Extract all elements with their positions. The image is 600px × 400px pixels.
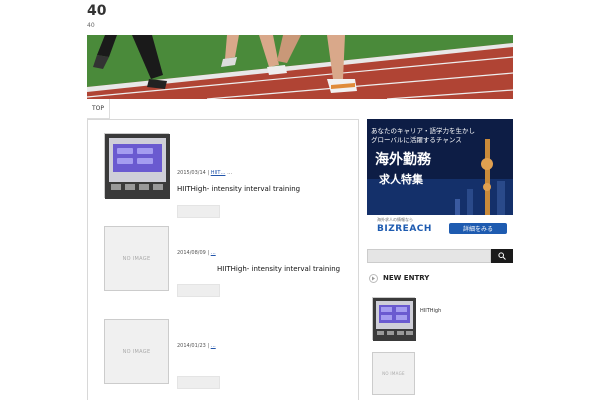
arrow-circle-icon <box>369 273 378 283</box>
search-button[interactable] <box>491 249 513 263</box>
entry-thumbnail-no-image[interactable]: NO IMAGE <box>104 226 169 291</box>
timer-device-photo <box>105 134 170 199</box>
timer-device-photo <box>373 298 416 341</box>
site-title[interactable]: 40 <box>87 3 106 19</box>
meta-separator: | <box>207 343 210 349</box>
entry-category-link[interactable]: HIIT… <box>211 170 226 176</box>
entry-date: 2015/03/14 <box>177 170 206 176</box>
entry-category-link[interactable]: … <box>211 250 216 256</box>
entry-meta: 2015/03/14 | HIIT… … <box>177 170 232 176</box>
header-image <box>87 35 513 99</box>
read-more-button[interactable] <box>177 284 220 297</box>
search-icon <box>498 252 506 260</box>
nav-bar: TOP <box>87 99 513 119</box>
arrow-right-icon <box>372 276 375 280</box>
sidebar-entry-thumbnail[interactable] <box>372 297 416 341</box>
site-description: 40 <box>87 22 95 29</box>
entry-thumbnail-no-image[interactable]: NO IMAGE <box>104 319 169 384</box>
entry-meta: 2014/01/23 | … <box>177 343 216 349</box>
entry-date: 2014/01/23 <box>177 343 206 349</box>
ad-headline-2: 求人特集 <box>379 173 423 186</box>
sidebar-entry-title[interactable]: HIITHigh <box>420 308 441 314</box>
ad-banner[interactable]: あなたのキャリア・語学力を生かし グローバルに活躍するチャンス 海外勤務 求人特… <box>367 119 513 241</box>
search-form <box>367 249 513 263</box>
read-more-button[interactable] <box>177 205 220 218</box>
new-entry-title: NEW ENTRY <box>383 274 430 282</box>
entry-category-link[interactable]: … <box>211 343 216 349</box>
sidebar-entry-thumbnail-no-image[interactable]: NO IMAGE <box>372 352 415 395</box>
read-more-button[interactable] <box>177 376 220 389</box>
new-entry-heading: NEW ENTRY <box>369 272 513 284</box>
meta-separator: | <box>207 250 210 256</box>
meta-separator: | <box>207 170 210 176</box>
entry-list: 2015/03/14 | HIIT… … HIITHigh- intensity… <box>87 119 359 400</box>
search-input[interactable] <box>367 249 491 263</box>
ad-headline-1: 海外勤務 <box>375 152 431 168</box>
ad-line-2: グローバルに活躍するチャンス <box>371 136 462 144</box>
ad-cta-button[interactable]: 詳細をみる <box>449 223 507 234</box>
entry-title[interactable]: HIITHigh- intensity interval training <box>217 265 340 273</box>
running-track-photo <box>87 35 513 99</box>
ad-small-text: 海外求人の情報なら <box>377 217 413 222</box>
entry-meta-extra: … <box>227 170 233 176</box>
entry-title[interactable]: HIITHigh- intensity interval training <box>177 185 300 193</box>
nav-tab-top[interactable]: TOP <box>87 99 111 119</box>
entry-meta: 2014/08/09 | … <box>177 250 216 256</box>
entry-thumbnail[interactable] <box>104 133 170 199</box>
ad-cta-label: 詳細をみる <box>462 226 493 233</box>
ad-brand-logo: BIZREACH <box>377 224 432 234</box>
entry-date: 2014/08/09 <box>177 250 206 256</box>
